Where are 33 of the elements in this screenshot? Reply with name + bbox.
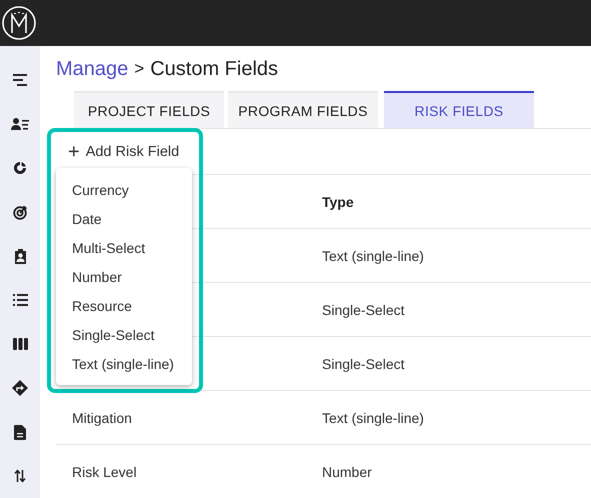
- add-risk-field-button[interactable]: + Add Risk Field: [66, 140, 182, 164]
- columns-icon[interactable]: [12, 338, 28, 350]
- menu-item[interactable]: Single-Select: [56, 320, 192, 349]
- table-cell: Text (single-line): [322, 410, 424, 426]
- menu-item[interactable]: Number: [56, 262, 192, 291]
- menu-item[interactable]: Currency: [56, 175, 192, 204]
- table-cell: Single-Select: [322, 356, 404, 372]
- column-header: Type: [322, 194, 354, 210]
- menu-item[interactable]: Resource: [56, 291, 192, 320]
- logo-icon[interactable]: [1, 5, 37, 41]
- person-list-icon[interactable]: [11, 118, 29, 130]
- list-icon[interactable]: [12, 294, 28, 306]
- menu-item[interactable]: Multi-Select: [56, 233, 192, 262]
- table-cell-text: Risk Level: [71, 464, 138, 480]
- tab[interactable]: PROJECT FIELDS: [74, 91, 224, 128]
- sort-arrows-icon[interactable]: [14, 469, 26, 483]
- ring-icon[interactable]: [13, 161, 27, 175]
- page-title: Custom Fields: [150, 58, 278, 80]
- breadcrumb-separator: >: [134, 59, 144, 79]
- document-icon[interactable]: [14, 424, 26, 440]
- table-cell: Single-Select: [322, 302, 404, 318]
- directions-icon[interactable]: [12, 380, 28, 396]
- tab[interactable]: RISK FIELDS: [384, 91, 534, 128]
- table-cell: Text (single-line): [322, 248, 424, 264]
- table-cell: Number: [322, 464, 372, 480]
- menu-icon[interactable]: [13, 74, 27, 86]
- menu-item[interactable]: Text (single-line): [56, 349, 192, 378]
- table-cell-text: Mitigation: [71, 410, 133, 426]
- tab[interactable]: PROGRAM FIELDS: [228, 91, 378, 128]
- id-badge-icon[interactable]: [14, 248, 26, 264]
- target-icon[interactable]: [12, 204, 28, 220]
- menu-item[interactable]: Date: [56, 204, 192, 233]
- breadcrumb-link[interactable]: Manage: [56, 58, 128, 80]
